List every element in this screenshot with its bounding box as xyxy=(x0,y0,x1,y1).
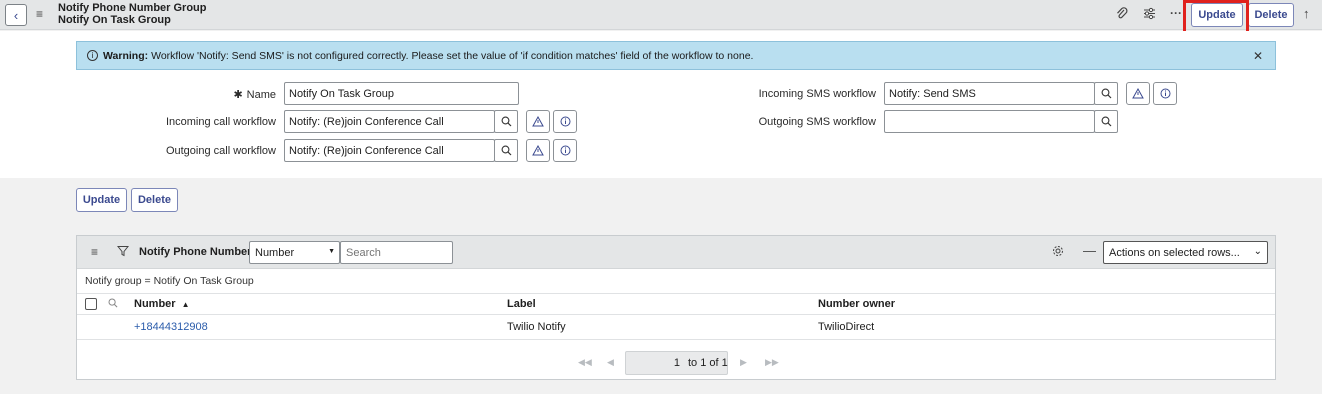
chevron-left-icon: ‹ xyxy=(13,7,19,23)
info-circle-icon xyxy=(560,145,570,156)
incoming-sms-workflow-label: Incoming SMS workflow xyxy=(758,88,876,100)
warning-text: Workflow 'Notify: Send SMS' is not confi… xyxy=(151,49,754,62)
back-button[interactable]: ‹ xyxy=(5,4,27,26)
chevron-down-icon: ⌄ xyxy=(1253,246,1262,257)
table-row-label: Twilio Notify xyxy=(507,321,566,333)
search-columns-icon[interactable] xyxy=(108,298,118,311)
record-type-title: Notify Phone Number Group xyxy=(58,2,207,14)
incoming-call-workflow-label: Incoming call workflow xyxy=(165,116,276,128)
previous-page-icon[interactable]: ◀ xyxy=(607,357,614,368)
incoming-sms-lookup-button[interactable] xyxy=(1094,82,1118,105)
search-icon xyxy=(501,116,511,127)
warning-triangle-icon xyxy=(532,116,544,127)
search-field-select[interactable]: Number ▼ xyxy=(249,241,340,264)
outgoing-call-warning-button[interactable] xyxy=(526,139,550,162)
related-list-header: ≡ Notify Phone Numbers Number ▼ — Action… xyxy=(77,236,1275,269)
incoming-sms-warning-button[interactable] xyxy=(1126,82,1150,105)
filter-icon[interactable] xyxy=(116,245,130,260)
incoming-sms-info-button[interactable] xyxy=(1153,82,1177,105)
outgoing-call-info-button[interactable] xyxy=(553,139,577,162)
form-header: ‹ ≡ Notify Phone Number Group Notify On … xyxy=(0,0,1322,30)
column-header-row: Number ▲ Label Number owner xyxy=(77,293,1275,315)
info-icon: i xyxy=(87,50,98,61)
page-count-text: to 1 of 1 xyxy=(688,357,728,369)
outgoing-call-workflow-field[interactable]: Notify: (Re)join Conference Call xyxy=(284,139,495,162)
warning-triangle-icon xyxy=(532,145,544,156)
arrow-up-icon[interactable]: ↑ xyxy=(1303,6,1310,21)
outgoing-sms-workflow-field[interactable] xyxy=(884,110,1095,133)
delete-button-bottom[interactable]: Delete xyxy=(131,188,178,212)
outgoing-sms-workflow-label: Outgoing SMS workflow xyxy=(758,116,876,128)
incoming-call-warning-button[interactable] xyxy=(526,110,550,133)
info-circle-icon xyxy=(1160,88,1170,99)
warning-prefix: Warning: xyxy=(103,49,149,62)
context-menu-icon[interactable]: ≡ xyxy=(36,7,48,21)
incoming-call-lookup-button[interactable] xyxy=(494,110,518,133)
delete-button[interactable]: Delete xyxy=(1248,3,1294,27)
last-page-icon[interactable]: ▶▶ xyxy=(765,357,779,368)
name-field[interactable]: Notify On Task Group xyxy=(284,82,519,105)
gear-icon[interactable] xyxy=(1052,245,1064,260)
search-icon xyxy=(1101,88,1111,99)
column-header-number[interactable]: Number ▲ xyxy=(134,298,190,310)
close-icon[interactable]: ✕ xyxy=(1253,49,1263,63)
outgoing-call-lookup-button[interactable] xyxy=(494,139,518,162)
search-input[interactable] xyxy=(340,241,453,264)
paperclip-icon[interactable] xyxy=(1116,7,1128,24)
sort-ascending-icon: ▲ xyxy=(181,300,190,309)
next-page-icon[interactable]: ▶ xyxy=(740,357,747,368)
search-icon xyxy=(1101,116,1111,127)
warning-banner: i Warning: Workflow 'Notify: Send SMS' i… xyxy=(76,41,1276,70)
warning-triangle-icon xyxy=(1132,88,1144,99)
table-row-number-link[interactable]: +18444312908 xyxy=(134,321,208,333)
caret-down-icon: ▼ xyxy=(328,248,335,255)
outgoing-call-workflow-label: Outgoing call workflow xyxy=(165,145,276,157)
related-list-title: Notify Phone Numbers xyxy=(139,246,258,258)
incoming-call-workflow-field[interactable]: Notify: (Re)join Conference Call xyxy=(284,110,495,133)
info-circle-icon xyxy=(560,116,570,127)
column-header-label[interactable]: Label xyxy=(507,298,536,310)
collapse-icon[interactable]: — xyxy=(1083,243,1096,258)
table-row-owner: TwilioDirect xyxy=(818,321,875,333)
settings-sliders-icon[interactable] xyxy=(1143,7,1156,23)
outgoing-sms-lookup-button[interactable] xyxy=(1094,110,1118,133)
incoming-call-info-button[interactable] xyxy=(553,110,577,133)
select-all-checkbox[interactable] xyxy=(85,298,97,310)
row-divider xyxy=(77,339,1275,340)
more-options-icon[interactable]: ··· xyxy=(1170,6,1182,20)
name-label: ✱ Name xyxy=(233,89,276,101)
column-header-number-owner[interactable]: Number owner xyxy=(818,298,895,310)
page-number-input[interactable]: 1 to 1 of 1 xyxy=(625,351,728,375)
list-menu-icon[interactable]: ≡ xyxy=(91,245,98,259)
first-page-icon[interactable]: ◀◀ xyxy=(578,357,592,368)
record-name-title: Notify On Task Group xyxy=(58,14,171,26)
filter-breadcrumb[interactable]: Notify group = Notify On Task Group xyxy=(85,275,254,287)
form-body: i Warning: Workflow 'Notify: Send SMS' i… xyxy=(0,31,1322,178)
search-icon xyxy=(501,145,511,156)
related-list: ≡ Notify Phone Numbers Number ▼ — Action… xyxy=(76,235,1276,380)
mandatory-asterisk-icon: ✱ xyxy=(233,89,243,101)
update-button-bottom[interactable]: Update xyxy=(76,188,127,212)
incoming-sms-workflow-field[interactable]: Notify: Send SMS xyxy=(884,82,1095,105)
actions-select[interactable]: Actions on selected rows... ⌄ xyxy=(1103,241,1268,264)
